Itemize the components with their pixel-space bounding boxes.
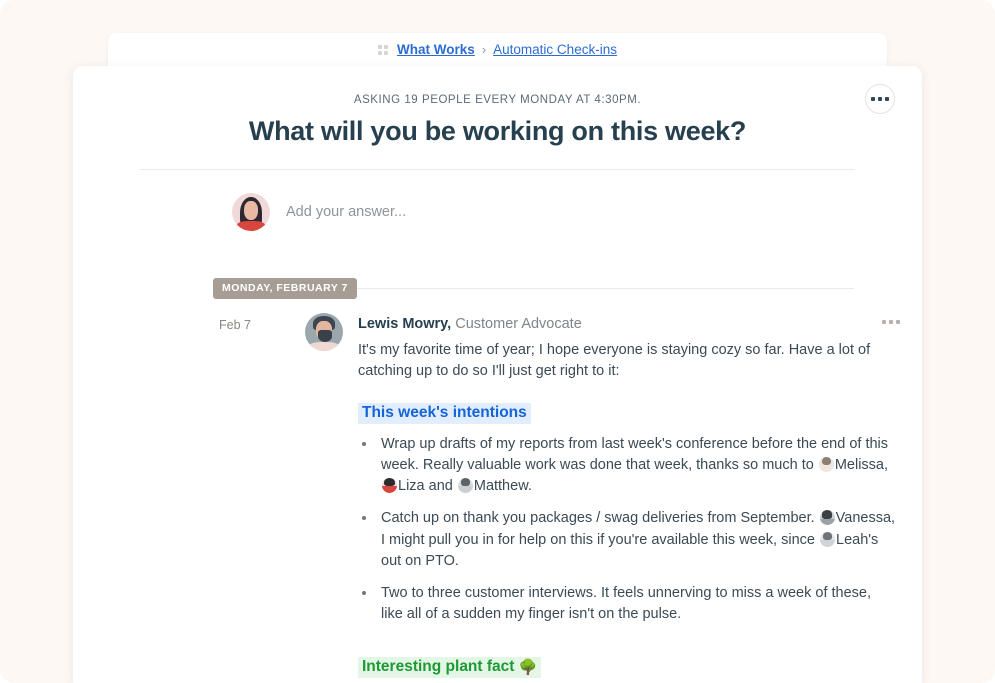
post-body: Lewis Mowry, Customer Advocate It's my f… [305,313,896,683]
breadcrumb: What Works › Automatic Check-ins [108,43,887,57]
bullet-text: Catch up on thank you packages / swag de… [381,510,815,527]
post-author-role: Customer Advocate [455,316,582,332]
bullet-text: Wrap up drafts of my reports from last w… [381,435,889,474]
mention-liza[interactable]: Liza and [398,478,453,494]
post-overflow-menu-button[interactable] [882,320,900,324]
mention-melissa[interactable]: Melissa, [835,457,888,473]
question-header: ASKING 19 PEOPLE EVERY MONDAY AT 4:30PM.… [73,66,922,147]
mention-matthew[interactable]: Matthew. [474,478,532,494]
current-user-avatar [232,193,270,231]
card-overflow-menu-button[interactable] [865,84,895,114]
ellipsis-dot [889,320,893,324]
list-item: Two to three customer interviews. It fee… [377,583,896,625]
ellipsis-dot [885,97,889,101]
post-intro-paragraph: It's my favorite time of year; I hope ev… [358,341,871,379]
mention-avatar-vanessa[interactable] [819,510,835,526]
tree-icon: 🌳 [518,659,538,677]
page-title: What will you be working on this week? [248,116,747,146]
post-date: Feb 7 [219,318,251,332]
intentions-heading: This week's intentions [358,402,531,424]
grid-icon [378,44,389,55]
day-separator: MONDAY, FEBRUARY 7 [73,278,922,299]
ellipsis-dot [896,320,900,324]
post-author-name[interactable]: Lewis Mowry, [358,316,451,332]
app-window: What Works › Automatic Check-ins ASKING … [0,0,995,683]
header-divider [140,169,855,170]
list-item: Catch up on thank you packages / swag de… [377,508,896,571]
ellipsis-dot [878,97,882,101]
post: Feb 7 Lewis Mowry, Customer Advocate It'… [73,313,922,683]
breadcrumb-current-link[interactable]: Automatic Check-ins [493,43,617,57]
mention-avatar-leah[interactable] [820,531,835,547]
asking-schedule-text: ASKING 19 PEOPLE EVERY MONDAY AT 4:30PM. [353,94,642,106]
mention-avatar-liza[interactable] [382,478,397,494]
check-in-card: ASKING 19 PEOPLE EVERY MONDAY AT 4:30PM.… [73,66,922,683]
post-author-line: Lewis Mowry, Customer Advocate [358,315,896,334]
plant-fact-heading: Interesting plant fact 🌳 [358,657,542,679]
breadcrumb-workspace-link[interactable]: What Works [397,43,475,57]
ellipsis-dot [871,97,875,101]
post-content: Lewis Mowry, Customer Advocate It's my f… [358,313,896,683]
bullet-text: Two to three customer interviews. It fee… [381,584,871,622]
mention-avatar-melissa[interactable] [818,457,834,473]
breadcrumb-separator: › [481,42,487,58]
answer-composer[interactable]: Add your answer... [232,193,922,231]
list-item: Wrap up drafts of my reports from last w… [377,434,896,497]
plant-fact-heading-label: Interesting plant fact [362,658,515,676]
mention-avatar-matthew[interactable] [457,478,473,494]
post-author-avatar[interactable] [305,313,343,351]
intentions-list: Wrap up drafts of my reports from last w… [377,434,896,625]
answer-input-placeholder[interactable]: Add your answer... [286,204,406,220]
day-badge: MONDAY, FEBRUARY 7 [213,278,357,299]
ellipsis-dot [882,320,886,324]
